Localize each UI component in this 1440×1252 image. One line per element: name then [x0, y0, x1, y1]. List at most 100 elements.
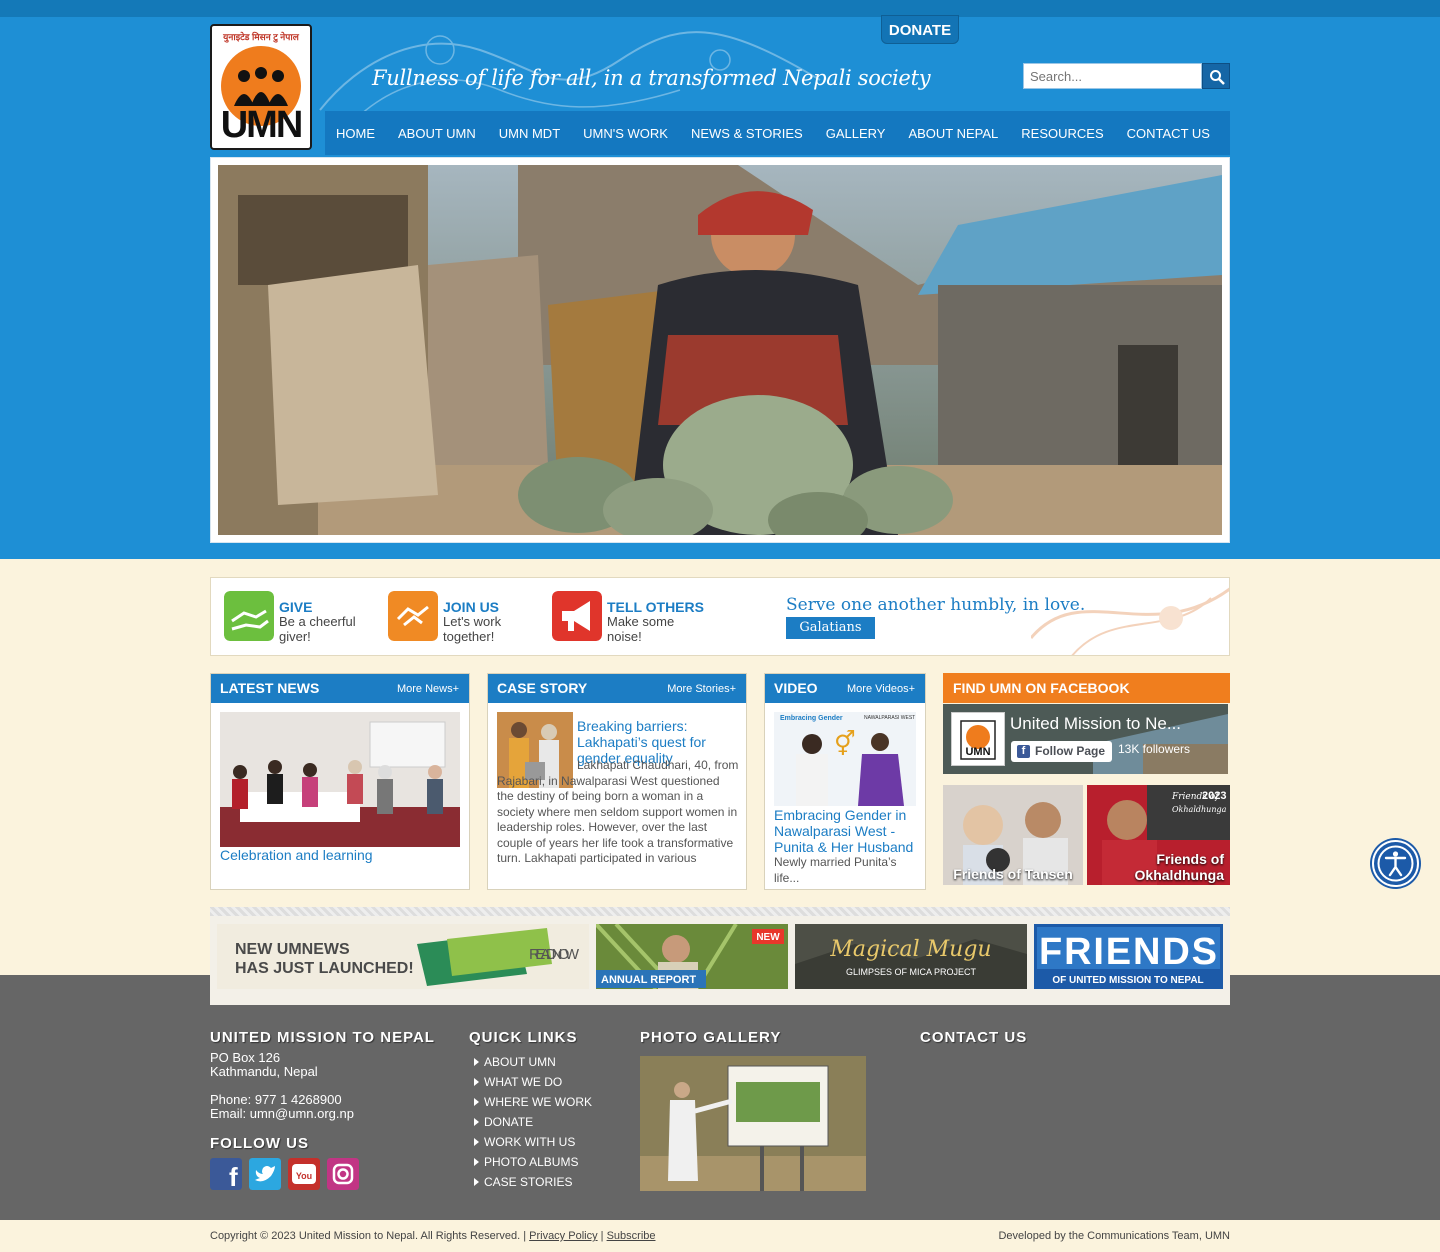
umnews-line1: NEW UMNEWS — [235, 941, 350, 958]
case-story-heading: CASE STORY — [497, 680, 588, 696]
nav-umn-mdt[interactable]: UMN MDT — [499, 126, 560, 141]
footer-follow-heading: FOLLOW US — [210, 1135, 309, 1152]
search-icon — [1210, 70, 1225, 85]
subscribe-link[interactable]: Subscribe — [607, 1230, 656, 1242]
cta-join-title: JOIN US — [443, 599, 500, 615]
more-news-link[interactable]: More News+ — [397, 683, 459, 695]
cta-give-title: GIVE — [279, 599, 313, 615]
video-thumbnail-image: Embracing Gender NAWALPARASI WEST ⚥ — [774, 712, 916, 806]
megaphone-icon — [552, 591, 602, 641]
footer-org-heading: UNITED MISSION TO NEPAL — [210, 1029, 435, 1046]
nav-news-stories[interactable]: NEWS & STORIES — [691, 126, 803, 141]
magical-mugu-banner[interactable]: Magical Mugu GLIMPSES OF MICA PROJECT — [795, 924, 1027, 989]
youtube-social-icon[interactable]: You — [288, 1158, 320, 1190]
facebook-follow-button[interactable]: f Follow Page — [1011, 741, 1112, 762]
accessibility-button[interactable] — [1372, 840, 1419, 887]
annual-report-banner[interactable]: NEW ANNUAL REPORT — [596, 924, 788, 989]
quick-link-work-with-us[interactable]: WORK WITH US — [474, 1135, 592, 1155]
friends-of-tansen-caption: Friends of Tansen — [953, 866, 1073, 882]
footer-gallery-photo[interactable] — [640, 1056, 866, 1191]
hero-slideshow-image[interactable] — [218, 165, 1222, 535]
footer-address-1: PO Box 126 — [210, 1050, 281, 1065]
umnews-banner-image: NEW UMNEWS HAS JUST LAUNCHED! READ NOW — [217, 924, 589, 989]
news-photo — [220, 712, 460, 847]
instagram-social-icon[interactable] — [327, 1158, 359, 1190]
search-button[interactable] — [1202, 63, 1230, 89]
privacy-policy-link[interactable]: Privacy Policy — [529, 1230, 597, 1242]
video-title-link[interactable]: Embracing Gender in Nawalparasi West - P… — [774, 807, 919, 855]
friends-of-okhaldhunga-tile[interactable]: Friends of 2023 Okhaldhunga Friends of O… — [1087, 785, 1230, 885]
nav-about-nepal[interactable]: ABOUT NEPAL — [908, 126, 998, 141]
scripture-reference: Galatians 5:13 — [786, 617, 875, 655]
quick-link-donate[interactable]: DONATE — [474, 1115, 592, 1135]
facebook-header: FIND UMN ON FACEBOOK — [943, 673, 1230, 703]
quick-link-about-umn[interactable]: ABOUT UMN — [474, 1055, 592, 1075]
cta-give-sub: Be a cheerful giver! — [279, 614, 356, 644]
umnews-read-now: READ NOW — [529, 946, 580, 963]
footer-phone: Phone: 977 1 4268900 — [210, 1092, 342, 1107]
video-thumb-caption: Embracing Gender — [780, 715, 843, 722]
video-excerpt: Newly married Punita’s life... — [774, 855, 897, 885]
quick-link-what-we-do[interactable]: WHAT WE DO — [474, 1075, 592, 1095]
case-story-panel: CASE STORY More Stories+ Breaking barrie… — [487, 673, 747, 890]
twitter-social-icon[interactable] — [249, 1158, 281, 1190]
hero-photo — [218, 165, 1222, 535]
search-input[interactable] — [1023, 63, 1202, 89]
friends-of-umn-banner[interactable]: FRIENDS OF UNITED MISSION TO NEPAL — [1034, 924, 1223, 989]
video-heading: VIDEO — [774, 680, 818, 696]
more-videos-link[interactable]: More Videos+ — [847, 683, 915, 695]
copyright-text: Copyright © 2023 United Mission to Nepal… — [210, 1230, 527, 1242]
case-story-excerpt: Lakhapati Chaudhari, 40, from Rajabari, … — [497, 758, 739, 865]
latest-news-panel: LATEST NEWS More News+ Celebration and l… — [210, 673, 470, 890]
scripture-verse: Serve one another humbly, in love. — [786, 595, 1086, 615]
decorative-swirl — [1031, 587, 1229, 655]
cta-give[interactable]: GIVE Be a cheerful giver! — [224, 591, 384, 644]
mugu-subtitle: GLIMPSES OF MICA PROJECT — [846, 967, 977, 977]
news-title-link[interactable]: Celebration and learning — [220, 847, 460, 863]
video-thumbnail[interactable]: Embracing Gender NAWALPARASI WEST ⚥ — [774, 712, 916, 806]
annual-report-label: ANNUAL REPORT — [601, 974, 696, 986]
umn-logo[interactable]: युनाइटेड मिसन टु नेपाल UMN — [210, 24, 312, 150]
cta-tell[interactable]: TELL OTHERS Make some noise! — [552, 591, 712, 644]
quick-link-where-we-work[interactable]: WHERE WE WORK — [474, 1095, 592, 1115]
footer-contact-heading: CONTACT US — [920, 1029, 1028, 1046]
nav-umns-work[interactable]: UMN'S WORK — [583, 126, 668, 141]
quick-link-photo-albums[interactable]: PHOTO ALBUMS — [474, 1155, 592, 1175]
video-thumb-place: NAWALPARASI WEST — [864, 715, 915, 721]
facebook-social-icon[interactable]: f — [210, 1158, 242, 1190]
footer-email[interactable]: Email: umn@umn.org.np — [210, 1107, 354, 1121]
friends-of-tansen-tile[interactable]: Friends of Tansen — [943, 785, 1083, 885]
news-thumbnail[interactable] — [220, 712, 460, 847]
top-strip — [0, 0, 1440, 17]
more-stories-link[interactable]: More Stories+ — [667, 683, 736, 695]
facebook-page-widget[interactable]: UMN United Mission to Ne... f Follow Pag… — [943, 704, 1228, 774]
cta-tell-title: TELL OTHERS — [607, 599, 704, 615]
section-divider — [210, 907, 1230, 916]
footer-photo-gallery-heading: PHOTO GALLERY — [640, 1029, 782, 1046]
umnews-banner[interactable]: NEW UMNEWS HAS JUST LAUNCHED! READ NOW — [217, 924, 589, 989]
nav-contact-us[interactable]: CONTACT US — [1127, 126, 1210, 141]
footer-separator: | — [600, 1230, 604, 1242]
donate-button[interactable]: DONATE — [881, 15, 959, 44]
tagline: Fullness of life for all, in a transform… — [372, 66, 931, 90]
video-panel: VIDEO More Videos+ Embracing Gender NAWA… — [764, 673, 926, 890]
search-box — [1023, 63, 1230, 89]
quick-links-list: ABOUT UMN WHAT WE DO WHERE WE WORK DONAT… — [474, 1055, 592, 1195]
developed-by: Developed by the Communications Team, UM… — [998, 1230, 1230, 1242]
friends-of-okhaldhunga-caption: Friends of Okhaldhunga — [1134, 851, 1224, 883]
nav-gallery[interactable]: GALLERY — [826, 126, 886, 141]
accessibility-icon — [1377, 845, 1414, 882]
cta-join-sub: Let's work together! — [443, 614, 502, 644]
nav-resources[interactable]: RESOURCES — [1021, 126, 1103, 141]
annual-report-image: NEW ANNUAL REPORT — [596, 924, 788, 989]
nav-home[interactable]: HOME — [336, 126, 375, 141]
magical-mugu-image: Magical Mugu GLIMPSES OF MICA PROJECT — [795, 924, 1027, 989]
umnews-line2: HAS JUST LAUNCHED! — [235, 960, 414, 977]
latest-news-heading: LATEST NEWS — [220, 680, 320, 696]
main-nav: HOME ABOUT UMN UMN MDT UMN'S WORK NEWS &… — [325, 111, 1230, 155]
facebook-page-name[interactable]: United Mission to Ne... — [1010, 714, 1181, 734]
cta-join[interactable]: JOIN US Let's work together! — [388, 591, 548, 644]
quick-link-case-stories[interactable]: CASE STORIES — [474, 1175, 592, 1195]
nav-about-umn[interactable]: ABOUT UMN — [398, 126, 476, 141]
facebook-followers: 13K followers — [1118, 742, 1191, 756]
